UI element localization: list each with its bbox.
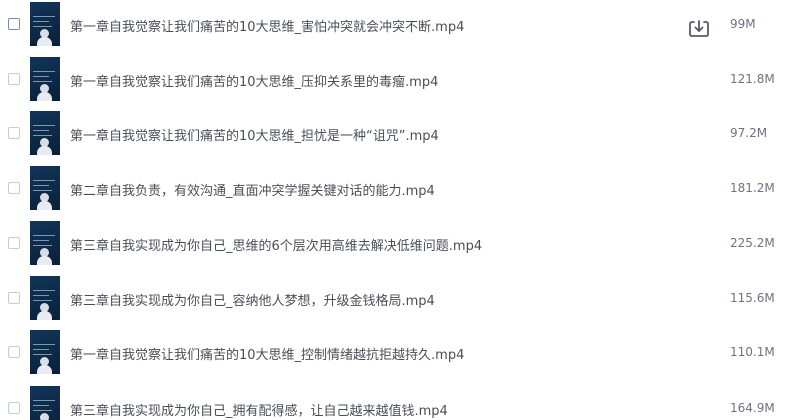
file-name[interactable]: 第三章自我实现成为你自己_容纳他人梦想，升级金钱格局.mp4 (70, 290, 435, 309)
row-checkbox[interactable] (8, 127, 20, 139)
row-checkbox[interactable] (8, 237, 20, 249)
file-size: 97.2M (730, 126, 768, 140)
file-size: 225.2M (730, 236, 775, 250)
download-icon[interactable] (688, 18, 710, 40)
file-name[interactable]: 第二章自我负责，有效沟通_直面冲突学握关键对话的能力.mp4 (70, 180, 435, 199)
file-row[interactable]: 第三章自我实现成为你自己_思维的6个层次用高维去解决低维问题.mp4 225.2… (0, 221, 800, 275)
row-checkbox[interactable] (8, 292, 20, 304)
video-thumbnail (30, 166, 60, 210)
video-thumbnail (30, 57, 60, 101)
file-row[interactable]: 第一章自我觉察让我们痛苦的10大思维_担忧是一种“诅咒”.mp4 97.2M (0, 111, 800, 165)
video-thumbnail (30, 221, 60, 265)
video-thumbnail (30, 276, 60, 320)
file-name[interactable]: 第一章自我觉察让我们痛苦的10大思维_控制情绪越抗拒越持久.mp4 (70, 344, 464, 363)
video-thumbnail (30, 111, 60, 155)
file-size: 99M (730, 17, 756, 31)
file-row[interactable]: 第一章自我觉察让我们痛苦的10大思维_害怕冲突就会冲突不断.mp4 99M (0, 2, 800, 56)
file-size: 110.1M (730, 345, 775, 359)
file-size: 164.9M (730, 401, 775, 415)
file-row[interactable]: 第三章自我实现成为你自己_拥有配得感，让自己越来越值钱.mp4 164.9M (0, 386, 800, 420)
file-list: 第一章自我觉察让我们痛苦的10大思维_害怕冲突就会冲突不断.mp4 99M 第一… (0, 0, 800, 420)
row-checkbox[interactable] (8, 402, 20, 414)
file-name[interactable]: 第一章自我觉察让我们痛苦的10大思维_压抑关系里的毒瘤.mp4 (70, 71, 438, 90)
file-size: 181.2M (730, 181, 775, 195)
row-checkbox[interactable] (8, 73, 20, 85)
file-row[interactable]: 第三章自我实现成为你自己_容纳他人梦想，升级金钱格局.mp4 115.6M (0, 276, 800, 330)
video-thumbnail (30, 330, 60, 374)
row-checkbox[interactable] (8, 182, 20, 194)
file-name[interactable]: 第三章自我实现成为你自己_拥有配得感，让自己越来越值钱.mp4 (70, 400, 448, 419)
file-name[interactable]: 第一章自我觉察让我们痛苦的10大思维_担忧是一种“诅咒”.mp4 (70, 125, 439, 144)
file-name[interactable]: 第三章自我实现成为你自己_思维的6个层次用高维去解决低维问题.mp4 (70, 235, 482, 254)
file-row[interactable]: 第二章自我负责，有效沟通_直面冲突学握关键对话的能力.mp4 181.2M (0, 166, 800, 220)
file-name[interactable]: 第一章自我觉察让我们痛苦的10大思维_害怕冲突就会冲突不断.mp4 (70, 16, 464, 35)
row-checkbox[interactable] (8, 18, 20, 30)
video-thumbnail (30, 2, 60, 46)
file-size: 115.6M (730, 291, 775, 305)
row-checkbox[interactable] (8, 346, 20, 358)
file-row[interactable]: 第一章自我觉察让我们痛苦的10大思维_压抑关系里的毒瘤.mp4 121.8M (0, 57, 800, 111)
video-thumbnail (30, 386, 60, 420)
file-row[interactable]: 第一章自我觉察让我们痛苦的10大思维_控制情绪越抗拒越持久.mp4 110.1M (0, 330, 800, 384)
file-size: 121.8M (730, 72, 775, 86)
